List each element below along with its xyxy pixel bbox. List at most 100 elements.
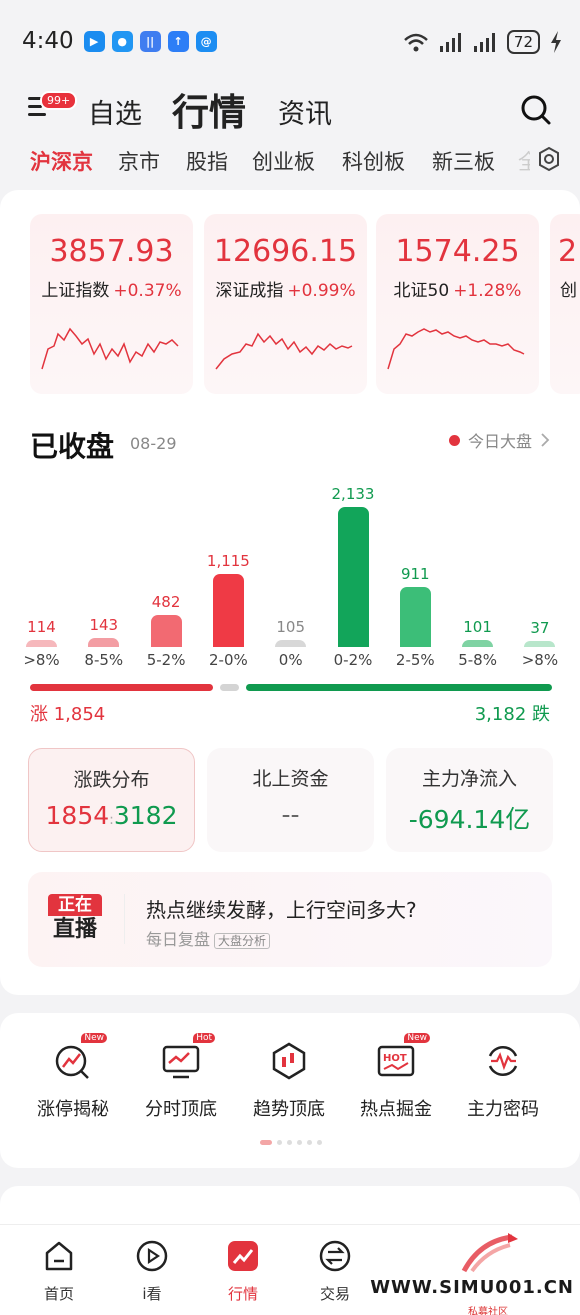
subtab-index[interactable]: 股指 [186,146,228,176]
distribution-bar-value: 911 [400,565,430,584]
tool-label: 分时顶底 [145,1099,217,1120]
distribution-bar-label: 2-5% [395,651,435,669]
notification-badge: 99+ [40,91,78,110]
tool-intraday[interactable]: Hot 分时顶底 [131,1033,231,1121]
market-status-date: 08-29 [130,434,177,453]
tool-label: 主力密码 [467,1099,539,1120]
tool-hotspot[interactable]: HOT New 热点掘金 [346,1033,446,1121]
home-icon [45,1241,73,1271]
distribution-bar-value: 114 [27,617,56,636]
subtab-star[interactable]: 科创板 [342,146,405,176]
browser-app-icon: @ [195,30,217,52]
down-ratio-bar [246,684,552,691]
index-name: 北证50 [393,281,450,301]
stat-rise-fall-distribution[interactable]: 涨跌分布 1854:3182 [28,748,195,852]
wifi-icon [404,33,428,52]
index-sparkline [215,332,353,370]
live-badge: 正在 直播 [48,894,102,946]
distribution-bar [150,615,182,647]
subtab-neeq[interactable]: 新三板 [432,146,495,176]
nav-trade[interactable]: 交易 [300,1239,370,1304]
stat-value: -694.14亿 [408,805,531,834]
tab-news[interactable]: 资讯 [278,92,332,131]
nav-watch[interactable]: i看 [117,1239,187,1304]
distribution-bar [462,640,494,647]
status-bar: 4:40 ▶ ● || ↑ @ 72 [0,0,580,82]
index-name: 创 [560,281,577,301]
live-badge-top: 正在 [48,894,102,916]
live-broadcast-card[interactable]: 正在 直播 热点继续发酵，上行空间多大? 每日复盘 大盘分析 [28,872,552,967]
tool-badge: New [81,1033,107,1043]
tool-badge: Hot [193,1033,215,1043]
index-card-szse[interactable]: 12696.15 深证成指 +0.99% [204,214,367,394]
today-market-label: 今日大盘 [467,432,532,451]
distribution-bar-value: 2,133 [331,485,375,503]
nav-label: 交易 [319,1285,350,1303]
distribution-bar-label: 0% [278,651,303,669]
stat-title: 北上资金 [252,768,329,790]
stat-northbound-funds[interactable]: 北上资金 -- [207,748,374,852]
live-tag: 大盘分析 [214,933,271,949]
trend-icon [269,1041,309,1081]
distribution-bar [399,587,431,647]
subtab-hushenjing[interactable]: 沪深京 [30,146,93,176]
tool-limit-up[interactable]: New 涨停揭秘 [23,1033,123,1121]
stat-title: 主力净流入 [421,768,517,790]
distribution-bar-label: >8% [23,651,60,669]
trade-icon [319,1240,351,1272]
page-indicator [260,1140,322,1145]
main-force-icon [483,1041,523,1081]
settings-icon[interactable] [536,146,562,172]
today-market-link[interactable]: 今日大盘 [448,428,550,452]
stat-title: 涨跌分布 [73,769,150,791]
distribution-bar-label: >8% [521,651,559,669]
watermark-sub: 私募社区 [468,1307,508,1315]
live-subtitle: 每日复盘 [146,930,211,949]
tool-main-force[interactable]: 主力密码 [453,1041,553,1121]
up-ratio-bar [30,684,213,691]
up-count: 涨 1,854 [30,704,106,725]
message-app-icon: ● [111,30,133,52]
distribution-bar-value: 101 [463,618,492,637]
signal-icon [439,33,461,52]
tab-market[interactable]: 行情 [172,82,246,136]
charging-icon [551,31,561,53]
distribution-bar [212,573,244,647]
stat-main-net-inflow[interactable]: 主力净流入 -694.14亿 [386,748,553,852]
hotspot-icon: HOT New [376,1033,430,1081]
tool-badge: New [404,1033,430,1043]
play-icon [136,1240,168,1272]
distribution-bar-value: 105 [276,618,305,637]
search-icon[interactable] [520,94,552,126]
market-overview-card: 3857.93 上证指数 +0.37% 12696.15 深证成指 +0.99% 1… [0,190,580,995]
tool-trend[interactable]: 趋势顶底 [239,1041,339,1121]
navigation-app-icon: ▶ [83,30,105,52]
stat-up-value: 1854 [45,801,110,830]
nav-label: i看 [142,1285,162,1303]
index-card-sse[interactable]: 3857.93 上证指数 +0.37% [30,214,193,394]
intraday-icon: Hot [161,1033,215,1081]
market-icon [228,1241,258,1271]
tab-watchlist[interactable]: 自选 [88,92,142,131]
watermark-text: WWW.SIMU001.CN [370,1277,574,1298]
stat-down-value: 3182 [113,801,178,830]
tool-label: 涨停揭秘 [37,1099,109,1120]
subtab-all[interactable]: 全 [518,146,530,176]
nav-market[interactable]: 行情 [208,1239,278,1304]
index-sparkline [41,327,179,370]
index-value: 3857.93 [49,234,174,269]
rise-fall-distribution-chart[interactable]: 114 >8% 143 8-5% 482 5-2% 1,115 2-0% 105 0% 2,133 0… [0,480,580,680]
subtab-jingshi[interactable]: 京市 [118,146,160,176]
index-card-bse50[interactable]: 1574.25 北证50 +1.28% [376,214,539,394]
subtab-chinext[interactable]: 创业板 [252,146,315,176]
index-value: 2 [558,234,578,269]
index-change: +0.37% [113,281,182,301]
nav-home[interactable]: 首页 [24,1239,94,1304]
flat-ratio-bar [220,684,239,691]
distribution-bar-label: 5-2% [146,651,186,669]
distribution-bar-value: 482 [151,593,181,612]
index-name: 上证指数 [41,281,110,301]
battery-level: 72 [506,30,540,54]
index-card-chinext[interactable]: 2 创 [550,214,580,394]
watermark-logo-icon [461,1233,518,1273]
